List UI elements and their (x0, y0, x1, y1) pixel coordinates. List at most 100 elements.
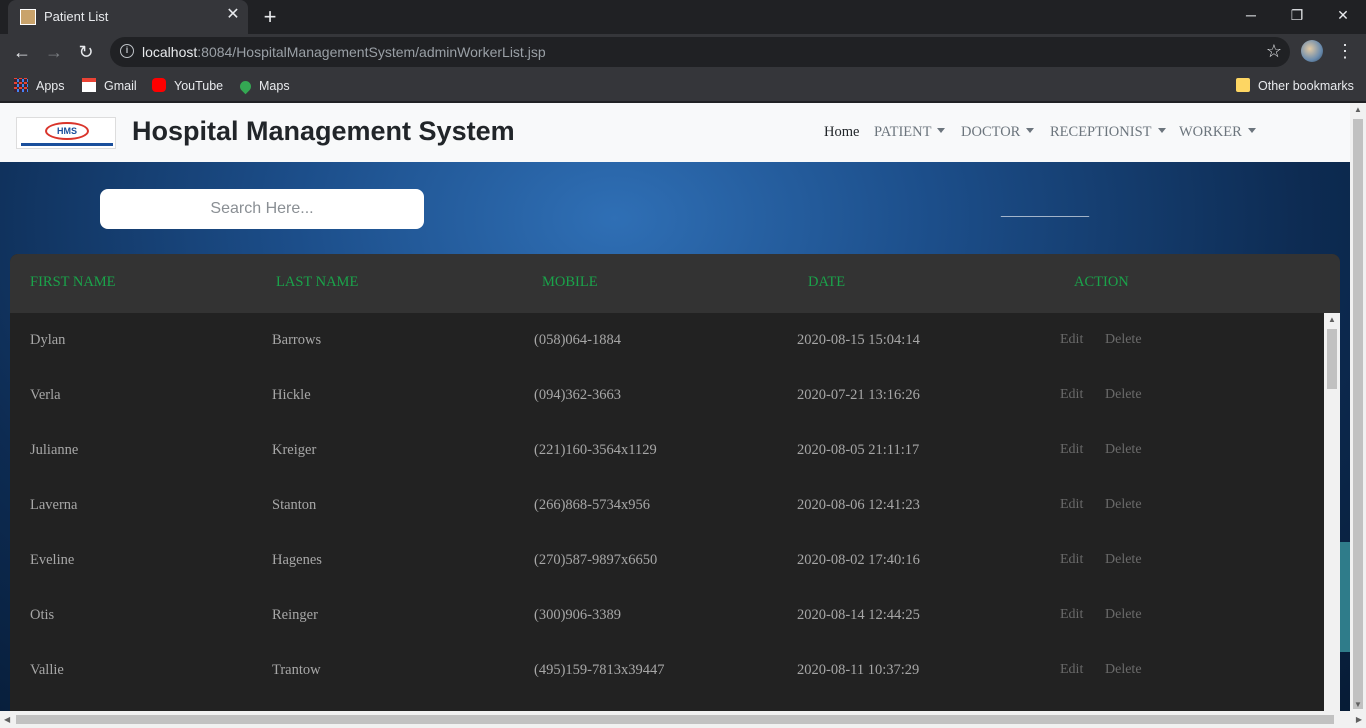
page-scroll-thumb[interactable] (1353, 119, 1363, 709)
url-text[interactable]: localhost:8084/HospitalManagementSystem/… (142, 44, 546, 60)
edit-link[interactable]: Edit (1060, 497, 1083, 513)
cell-first-name: Vallie (30, 662, 64, 678)
header-action: ACTION (1074, 274, 1129, 290)
gmail-icon (82, 78, 96, 92)
delete-link[interactable]: Delete (1105, 607, 1142, 623)
browser-toolbar: ← → ↻ i localhost:8084/HospitalManagemen… (0, 34, 1366, 70)
delete-link[interactable]: Delete (1105, 387, 1142, 403)
page-viewport: HMS Hospital Management System Home PATI… (0, 103, 1366, 728)
page-scroll-left-icon[interactable]: ◀ (4, 715, 10, 724)
search-input[interactable] (100, 189, 424, 229)
delete-link[interactable]: Delete (1105, 332, 1142, 348)
header-first-name[interactable]: FIRST NAME (30, 274, 116, 291)
edit-link[interactable]: Edit (1060, 552, 1083, 568)
cell-date: 2020-08-06 12:41:23 (797, 497, 920, 513)
cell-date: 2020-08-02 17:40:16 (797, 552, 920, 568)
nav-doctor[interactable]: DOCTOR (961, 124, 1035, 141)
profile-avatar[interactable] (1301, 40, 1323, 62)
table-row: Eveline Hagenes (270)587-9897x6650 2020-08-… (10, 533, 1324, 588)
nav-worker[interactable]: WORKER (1179, 124, 1256, 141)
bookmark-youtube[interactable]: YouTube (152, 77, 223, 95)
bookmark-star-icon[interactable]: ☆ (1266, 41, 1282, 62)
delete-link[interactable]: Delete (1105, 662, 1142, 678)
other-bookmarks[interactable]: Other bookmarks (1236, 77, 1354, 95)
logo-mark: HMS (45, 122, 89, 140)
site-navbar: HMS Hospital Management System Home PATI… (0, 103, 1350, 162)
bookmark-maps[interactable]: Maps (237, 77, 290, 95)
table-scroll-thumb[interactable] (1327, 329, 1337, 389)
youtube-icon (152, 78, 166, 92)
close-window-icon[interactable]: ✕ (1320, 0, 1366, 30)
back-icon[interactable]: ← (10, 40, 34, 64)
table-scrollbar[interactable]: ▲ ▼ (1324, 313, 1340, 728)
cell-last-name: Barrows (272, 332, 322, 348)
logo-bar (21, 143, 113, 146)
new-tab-icon[interactable]: + (258, 5, 282, 29)
forward-icon[interactable]: → (42, 40, 66, 64)
delete-link[interactable]: Delete (1105, 442, 1142, 458)
cell-last-name: Stanton (272, 497, 317, 513)
table-row: Dylan Barrows (058)064-1884 2020-08-15 15:0… (10, 313, 1324, 368)
edit-link[interactable]: Edit (1060, 662, 1083, 678)
table-row: Laverna Stanton (266)868-5734x956 2020-08-0… (10, 478, 1324, 533)
cell-last-name: Reinger (272, 607, 318, 623)
page-scrollbar-horizontal[interactable]: ◀ ▶ (0, 711, 1366, 728)
edit-link[interactable]: Edit (1060, 332, 1083, 348)
cell-mobile: (495)159-7813x39447 (534, 662, 665, 678)
cell-mobile: (094)362-3663 (534, 387, 621, 403)
browser-tab[interactable]: Patient List ✕ (8, 0, 248, 34)
cell-first-name: Otis (30, 607, 55, 623)
close-tab-icon[interactable]: ✕ (224, 6, 242, 24)
cell-first-name: Julianne (30, 442, 79, 458)
page-hscroll-thumb[interactable] (16, 715, 1334, 724)
edit-link[interactable]: Edit (1060, 607, 1083, 623)
cell-first-name: Verla (30, 387, 61, 403)
nav-receptionist[interactable]: RECEPTIONIST (1050, 124, 1166, 141)
edit-link[interactable]: Edit (1060, 442, 1083, 458)
table-row: Vallie Trantow (495)159-7813x39447 2020-08-… (10, 643, 1324, 698)
header-last-name[interactable]: LAST NAME (276, 274, 358, 291)
bookmark-gmail[interactable]: Gmail (82, 77, 137, 95)
table-header: FIRST NAME LAST NAME MOBILE DATE ACTION (10, 254, 1340, 313)
table-row: Julianne Kreiger (221)160-3564x1129 2020-08… (10, 423, 1324, 478)
reload-icon[interactable]: ↻ (74, 40, 98, 64)
apps-grid-icon (14, 78, 28, 92)
minimize-icon[interactable]: ─ (1228, 0, 1274, 30)
nav-patient[interactable]: PATIENT (874, 124, 946, 141)
delete-link[interactable]: Delete (1105, 497, 1142, 513)
page-scroll-down-icon[interactable]: ▼ (1354, 700, 1362, 709)
cell-mobile: (221)160-3564x1129 (534, 442, 657, 458)
delete-link[interactable]: Delete (1105, 552, 1142, 568)
browser-tabstrip: Patient List ✕ + ─ ❐ ✕ (0, 0, 1366, 34)
cell-first-name: Laverna (30, 497, 78, 513)
hms-logo[interactable]: HMS (16, 117, 116, 149)
address-bar[interactable]: i localhost:8084/HospitalManagementSyste… (110, 37, 1290, 67)
bookmarks-bar: Apps Gmail YouTube Maps Other bookmarks (0, 70, 1366, 102)
cell-mobile: (300)906-3389 (534, 607, 621, 623)
cell-date: 2020-08-11 10:37:29 (797, 662, 920, 678)
hero-decor-shape (972, 216, 1118, 256)
table-body: Dylan Barrows (058)064-1884 2020-08-15 15:0… (10, 313, 1324, 728)
table-row: Verla Hickle (094)362-3663 2020-07-21 13:16… (10, 368, 1324, 423)
scroll-up-icon[interactable]: ▲ (1324, 313, 1340, 327)
page-scroll-up-icon[interactable]: ▲ (1354, 105, 1362, 114)
restore-icon[interactable]: ❐ (1274, 0, 1320, 30)
cell-last-name: Trantow (272, 662, 321, 678)
site-info-icon[interactable]: i (120, 44, 134, 58)
browser-menu-icon[interactable]: ⋮ (1336, 40, 1354, 62)
nav-home[interactable]: Home (824, 124, 859, 141)
folder-icon (1236, 78, 1250, 92)
bookmark-apps[interactable]: Apps (14, 77, 65, 95)
header-mobile[interactable]: MOBILE (542, 274, 598, 291)
edit-link[interactable]: Edit (1060, 387, 1083, 403)
chevron-down-icon (1157, 128, 1166, 133)
cell-first-name: Dylan (30, 332, 66, 348)
header-date[interactable]: DATE (808, 274, 845, 291)
cell-last-name: Hagenes (272, 552, 322, 568)
page-scroll-right-icon[interactable]: ▶ (1356, 715, 1362, 724)
cell-last-name: Hickle (272, 387, 311, 403)
cell-first-name: Eveline (30, 552, 75, 568)
cell-date: 2020-07-21 13:16:26 (797, 387, 920, 403)
page-scrollbar-vertical[interactable]: ▲ ▼ (1350, 103, 1366, 711)
cell-last-name: Kreiger (272, 442, 317, 458)
